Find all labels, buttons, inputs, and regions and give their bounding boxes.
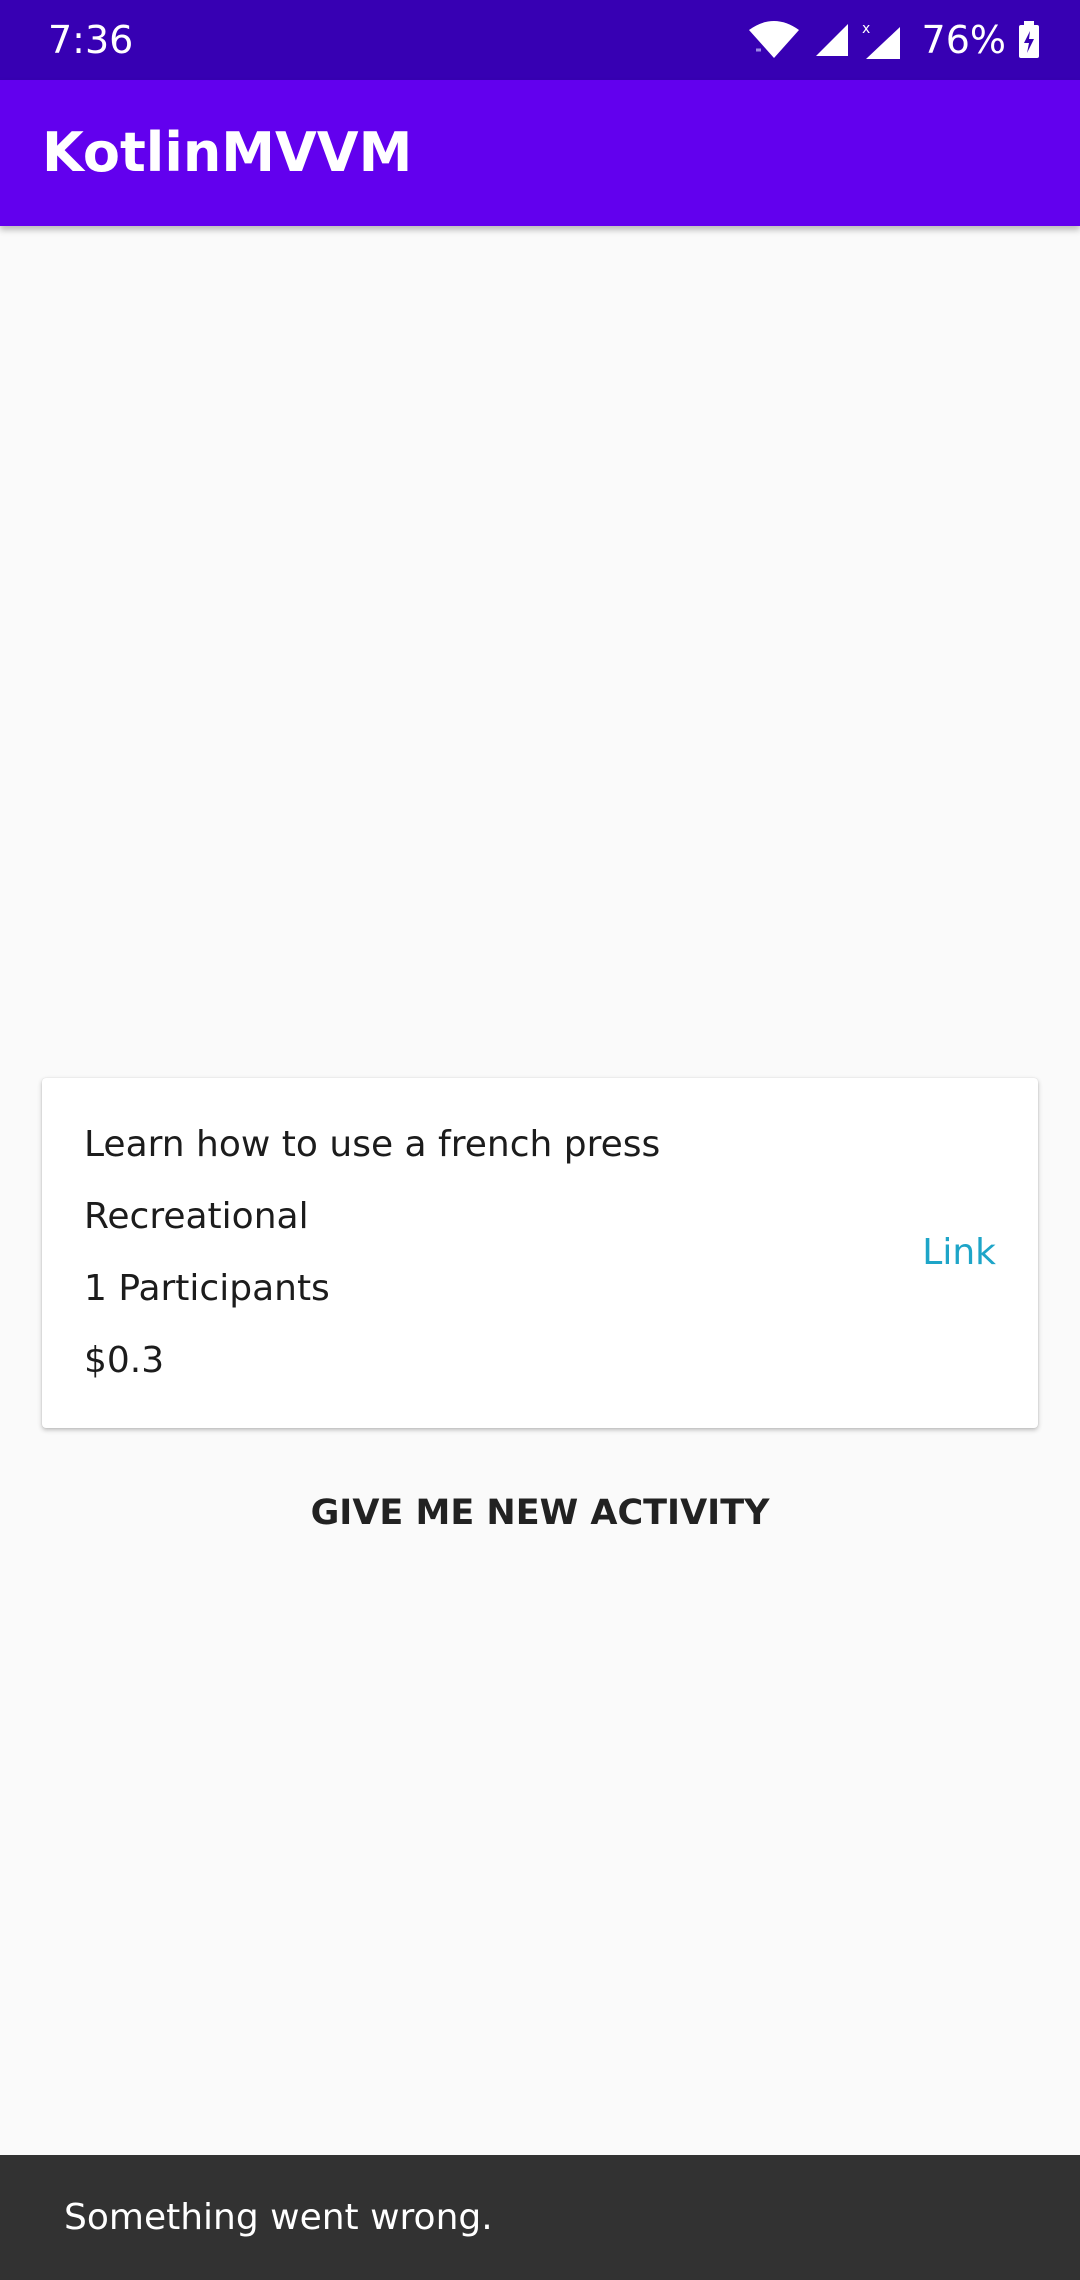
signal-icon (814, 22, 850, 58)
svg-text:x: x (862, 21, 870, 37)
new-activity-button[interactable]: GIVE ME NEW ACTIVITY (290, 1470, 790, 1556)
activity-card: Learn how to use a french press Recreati… (42, 1078, 1038, 1428)
activity-participants: 1 Participants (84, 1268, 330, 1309)
status-icons: x 76% (748, 0, 1040, 80)
activity-price: $0.3 (84, 1340, 165, 1381)
activity-link[interactable]: Link (922, 1232, 996, 1273)
activity-name: Learn how to use a french press (84, 1124, 661, 1165)
wifi-icon (748, 20, 800, 60)
app-bar: KotlinMVVM (0, 80, 1080, 226)
app-title: KotlinMVVM (42, 121, 413, 184)
status-time: 7:36 (48, 18, 134, 62)
snackbar-message: Something went wrong. (64, 2197, 493, 2238)
battery-percent: 76% (921, 18, 1006, 62)
status-bar: 7:36 x 76% (0, 0, 1080, 80)
battery-charging-icon (1018, 21, 1040, 59)
snackbar: Something went wrong. (0, 2155, 1080, 2280)
activity-type: Recreational (84, 1196, 309, 1237)
signal-x-icon: x (862, 19, 902, 61)
